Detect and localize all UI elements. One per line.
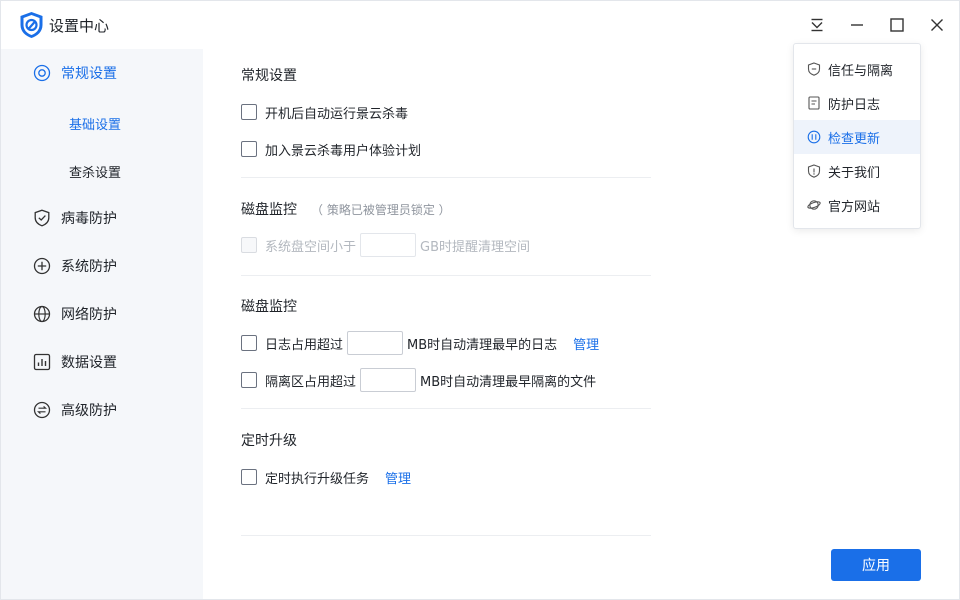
sidebar-item-data-settings[interactable]: 数据设置: [1, 342, 203, 382]
maximize-button[interactable]: [885, 13, 909, 37]
sidebar-item-general[interactable]: 常规设置: [1, 53, 203, 93]
apply-button[interactable]: 应用: [831, 549, 921, 581]
settings-ring-icon: [33, 64, 51, 82]
menu-item-check-update[interactable]: 检查更新: [794, 120, 920, 154]
planet-icon: [807, 200, 821, 210]
sidebar-item-network-protection[interactable]: 网络防护: [1, 294, 203, 334]
options-dropdown-menu: 信任与隔离 防护日志 检查更新 关于我们 官方网站: [793, 43, 921, 229]
maximize-icon: [890, 18, 904, 32]
section-title-text: 磁盘监控: [241, 202, 297, 218]
sidebar-item-label: 数据设置: [61, 355, 117, 371]
user-experience-checkbox[interactable]: [241, 141, 257, 157]
globe-icon: [33, 305, 51, 323]
bar-chart-icon: [33, 353, 51, 371]
log-cleanup-checkbox[interactable]: [241, 335, 257, 351]
sidebar-item-virus-protection[interactable]: 病毒防护: [1, 198, 203, 238]
sidebar-item-label: 病毒防护: [61, 211, 117, 227]
sidebar: 常规设置 基础设置 查杀设置 病毒防护 系统防护 网络防护 数据设置 高级防护: [1, 49, 203, 599]
log-size-mb-input[interactable]: [347, 331, 404, 355]
divider: [241, 408, 651, 409]
close-button[interactable]: [925, 13, 949, 37]
sidebar-item-label: 高级防护: [61, 403, 117, 419]
option-label: 开机后自动运行景云杀毒: [265, 106, 409, 122]
option-user-experience[interactable]: 加入景云杀毒用户体验计划: [241, 137, 421, 161]
system-disk-checkbox: [241, 237, 257, 253]
quarantine-cleanup-checkbox[interactable]: [241, 372, 257, 388]
window-title: 设置中心: [49, 17, 110, 35]
shield-badge-icon: [807, 164, 821, 178]
upgrade-manage-link[interactable]: 管理: [385, 468, 411, 487]
option-label-prefix: 系统盘空间小于: [265, 239, 357, 255]
menu-item-protection-log[interactable]: 防护日志: [794, 86, 920, 120]
update-icon: [807, 130, 821, 144]
system-disk-gb-input: [360, 233, 417, 257]
locked-note: （ 策略已被管理员锁定 ）: [311, 203, 451, 217]
document-icon: [808, 96, 820, 110]
section-title-upgrade: 定时升级: [241, 433, 297, 449]
minimize-button[interactable]: [845, 13, 869, 37]
divider: [241, 275, 651, 276]
option-label-prefix: 隔离区占用超过: [265, 374, 357, 390]
shield-icon: [807, 62, 821, 76]
menu-item-label: 信任与隔离: [828, 63, 894, 79]
sidebar-item-basic[interactable]: 基础设置: [1, 105, 203, 141]
quarantine-size-mb-input[interactable]: [360, 368, 417, 392]
option-label-suffix: GB时提醒清理空间: [420, 239, 531, 255]
menu-item-label: 官方网站: [828, 199, 881, 215]
minimize-icon: [851, 24, 863, 26]
sidebar-item-label: 系统防护: [61, 259, 117, 275]
divider: [241, 535, 651, 536]
close-icon: [931, 19, 943, 31]
menu-item-label: 检查更新: [828, 131, 881, 147]
option-label: 定时执行升级任务: [265, 471, 370, 487]
option-system-disk-space: 系统盘空间小于 GB时提醒清理空间: [241, 233, 530, 257]
option-label-suffix: MB时自动清理最早的日志: [407, 337, 558, 353]
option-quarantine-cleanup[interactable]: 隔离区占用超过 MB时自动清理最早隔离的文件: [241, 368, 596, 392]
settings-window: 设置中心 常规设置 基础设置 查杀设置 病毒防护 系统防护 网络防护 数据设置 …: [0, 0, 960, 600]
option-scheduled-upgrade[interactable]: 定时执行升级任务 管理: [241, 465, 411, 489]
menu-item-label: 关于我们: [828, 165, 881, 181]
shield-check-icon: [34, 209, 50, 227]
option-label: 加入景云杀毒用户体验计划: [265, 143, 422, 159]
plus-circle-icon: [33, 257, 51, 275]
section-title-disk-locked: 磁盘监控 （ 策略已被管理员锁定 ）: [241, 199, 451, 219]
option-label-suffix: MB时自动清理最早隔离的文件: [420, 374, 597, 390]
section-title-disk: 磁盘监控: [241, 299, 297, 315]
menu-toggle-button[interactable]: [805, 13, 829, 37]
auto-start-checkbox[interactable]: [241, 104, 257, 120]
swap-circle-icon: [33, 401, 51, 419]
sidebar-item-scan[interactable]: 查杀设置: [1, 153, 203, 189]
scheduled-upgrade-checkbox[interactable]: [241, 469, 257, 485]
sidebar-item-system-protection[interactable]: 系统防护: [1, 246, 203, 286]
sidebar-item-label: 查杀设置: [69, 165, 122, 181]
option-auto-start[interactable]: 开机后自动运行景云杀毒: [241, 100, 408, 124]
section-title-general: 常规设置: [241, 68, 297, 84]
log-manage-link[interactable]: 管理: [573, 334, 599, 353]
menu-item-trust-quarantine[interactable]: 信任与隔离: [794, 52, 920, 86]
menu-item-about-us[interactable]: 关于我们: [794, 154, 920, 188]
option-label-prefix: 日志占用超过: [265, 337, 344, 353]
divider: [241, 177, 651, 178]
menu-item-official-site[interactable]: 官方网站: [794, 188, 920, 222]
menu-item-label: 防护日志: [828, 97, 881, 113]
sidebar-item-advanced-protection[interactable]: 高级防护: [1, 390, 203, 430]
sidebar-item-label: 网络防护: [61, 307, 117, 323]
sidebar-item-label: 常规设置: [61, 66, 117, 82]
option-log-cleanup[interactable]: 日志占用超过 MB时自动清理最早的日志 管理: [241, 331, 599, 355]
title-bar: 设置中心: [1, 1, 959, 49]
app-logo-icon: [20, 12, 43, 38]
menu-down-icon: [811, 18, 823, 32]
sidebar-item-label: 基础设置: [69, 117, 122, 133]
